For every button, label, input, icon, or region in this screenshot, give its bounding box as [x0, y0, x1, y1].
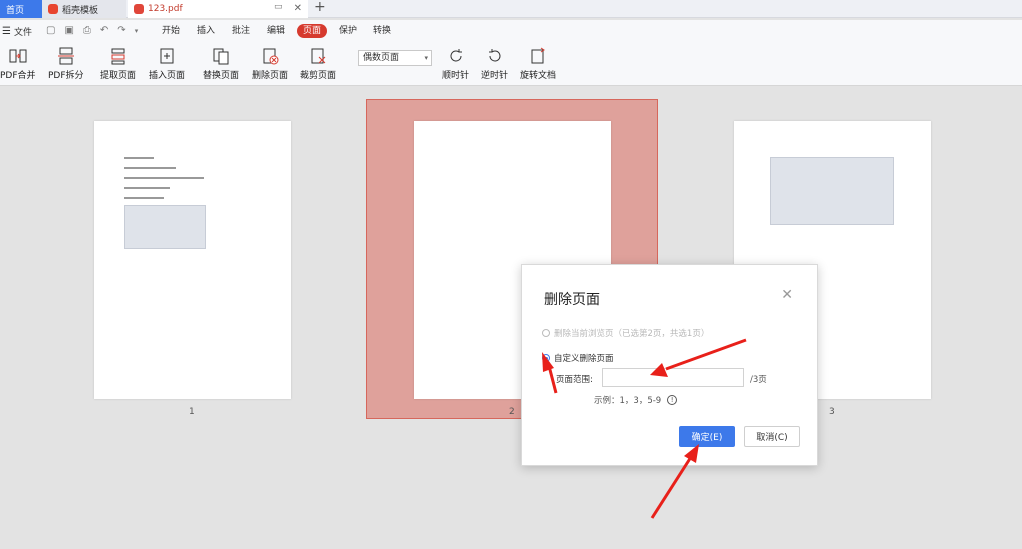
quick-access-toolbar: ▢ ▣ ⎙ ↶ ↷ ▾	[46, 25, 138, 36]
menu-page[interactable]: 页面	[297, 24, 328, 38]
window-icon[interactable]: ▭	[274, 2, 283, 12]
menu-convert[interactable]: 转换	[373, 24, 391, 38]
tab-templates[interactable]: 稻壳模板	[42, 0, 126, 18]
rotate-document-button[interactable]: 旋转文档	[520, 47, 556, 81]
rotate-cw-icon	[450, 49, 462, 62]
insert-page-icon	[160, 48, 174, 64]
page-number-2: 2	[509, 407, 515, 417]
confirm-button[interactable]: 确定(E)	[679, 426, 735, 447]
pdf-split-label: PDF拆分	[48, 71, 84, 81]
replace-page-icon	[213, 48, 229, 65]
crop-page-button[interactable]: 裁剪页面	[300, 47, 336, 81]
custom-delete-label: 自定义删除页面	[554, 354, 614, 364]
chevron-down-icon: ▾	[424, 54, 428, 62]
delete-current-page-label: 删除当前浏览页（已选第2页，共选1页）	[554, 329, 710, 339]
delete-page-button[interactable]: 删除页面	[252, 47, 288, 81]
custom-delete-option[interactable]: 自定义删除页面	[542, 352, 614, 364]
rotate-document-icon	[531, 47, 545, 64]
extract-page-button[interactable]: 提取页面	[100, 47, 136, 81]
title-bar: 首页 稻壳模板 123.pdf ▭ ✕ +	[0, 0, 1022, 18]
rotate-clockwise-button[interactable]: 顺时针	[442, 47, 469, 81]
split-icon	[57, 47, 74, 65]
menu-bar: ☰ 文件 ▢ ▣ ⎙ ↶ ↷ ▾ 开始 插入 批注 编辑 页面 保护 转换	[0, 20, 1022, 42]
replace-page-label: 替换页面	[203, 71, 240, 81]
close-icon[interactable]: ✕	[781, 287, 793, 303]
save-icon[interactable]: ▣	[64, 25, 73, 36]
crop-page-label: 裁剪页面	[300, 71, 337, 81]
tab-templates-label: 稻壳模板	[62, 5, 99, 16]
page-range-label: 页面范围:	[556, 375, 593, 385]
page-ribbon: PDF合并 PDF拆分 提取页面 插入页面 替换页面 删除页面 裁剪页面 偶数页…	[0, 42, 1022, 86]
range-example: 示例：1，3，5-9 !	[594, 394, 678, 406]
dialog-title: 删除页面	[544, 292, 600, 308]
total-pages-suffix: /3页	[750, 375, 767, 385]
file-menu[interactable]: ☰ 文件	[2, 25, 32, 38]
menu-protect[interactable]: 保护	[339, 24, 357, 38]
hamburger-icon: ☰	[2, 26, 11, 37]
docer-logo-icon	[48, 4, 58, 14]
crop-page-icon	[311, 48, 326, 64]
print-icon[interactable]: ⎙	[83, 25, 91, 36]
rotate-document-label: 旋转文档	[520, 71, 557, 81]
tab-home[interactable]: 首页	[0, 0, 42, 18]
rotate-clockwise-label: 顺时针	[442, 71, 470, 81]
menu-annotate[interactable]: 批注	[232, 24, 250, 38]
delete-page-dialog: 删除页面 ✕ 删除当前浏览页（已选第2页，共选1页） 自定义删除页面 页面范围:…	[521, 264, 818, 466]
extract-page-label: 提取页面	[100, 71, 137, 81]
page-number-3: 3	[829, 407, 835, 417]
rotate-ccw-icon	[488, 49, 500, 62]
rotate-counterclockwise-label: 逆时针	[481, 71, 509, 81]
range-example-text: 示例：1，3，5-9	[594, 396, 662, 406]
menu-insert[interactable]: 插入	[197, 24, 215, 38]
radio-current-page[interactable]	[542, 329, 550, 337]
rotate-counterclockwise-button[interactable]: 逆时针	[481, 47, 508, 81]
page-thumbnail-1[interactable]	[94, 121, 291, 399]
info-icon[interactable]: !	[667, 395, 678, 405]
page-range-input[interactable]	[602, 368, 744, 387]
insert-page-button[interactable]: 插入页面	[149, 47, 185, 81]
tab-document-label: 123.pdf	[148, 4, 183, 14]
pdf-merge-button[interactable]: PDF合并	[0, 47, 36, 81]
pdf-file-icon	[134, 4, 144, 14]
radio-custom-pages[interactable]	[542, 354, 550, 362]
insert-page-label: 插入页面	[149, 71, 186, 81]
menu-start[interactable]: 开始	[162, 24, 180, 38]
redo-icon[interactable]: ↷	[117, 25, 125, 36]
delete-page-label: 删除页面	[252, 71, 289, 81]
merge-icon	[9, 49, 27, 63]
open-folder-icon[interactable]: ▢	[46, 25, 55, 36]
close-tab-icon[interactable]: ✕	[294, 3, 302, 14]
delete-current-page-option[interactable]: 删除当前浏览页（已选第2页，共选1页）	[542, 327, 709, 339]
menu-edit[interactable]: 编辑	[267, 24, 285, 38]
page-range-select-value: 偶数页面	[363, 53, 400, 63]
pdf-split-button[interactable]: PDF拆分	[48, 47, 84, 81]
new-tab-icon[interactable]: +	[314, 0, 326, 15]
tab-document[interactable]: 123.pdf ▭ ✕	[128, 0, 308, 18]
tab-home-label: 首页	[6, 5, 25, 16]
more-dropdown-icon[interactable]: ▾	[135, 25, 139, 36]
page-range-select[interactable]: 偶数页面 ▾	[358, 50, 432, 66]
file-menu-label: 文件	[13, 28, 32, 38]
delete-page-icon	[263, 48, 279, 65]
pdf-merge-label: PDF合并	[0, 71, 36, 81]
cancel-button[interactable]: 取消(C)	[744, 426, 800, 447]
extract-icon	[111, 48, 125, 65]
page-number-1: 1	[189, 407, 195, 417]
page-thumbnail-canvas: 1 2 3	[0, 87, 1022, 549]
undo-icon[interactable]: ↶	[100, 25, 108, 36]
replace-page-button[interactable]: 替换页面	[203, 47, 239, 81]
